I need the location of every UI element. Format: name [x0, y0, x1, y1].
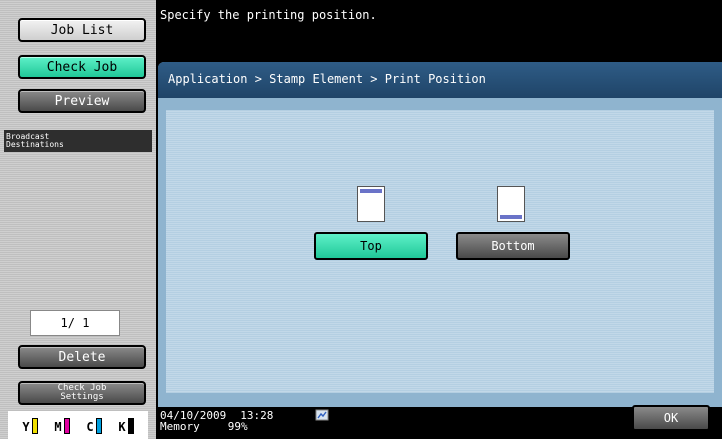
memory-label: Memory — [160, 420, 200, 433]
toner-m: M — [54, 418, 70, 434]
breadcrumb: Application > Stamp Element > Print Posi… — [158, 62, 722, 98]
broadcast-destinations-label: Broadcast Destinations — [4, 130, 152, 152]
preview-button[interactable]: Preview — [18, 89, 146, 113]
content-area — [166, 110, 714, 393]
toner-levels: Y M C K — [8, 411, 148, 439]
page-top-stamp-icon — [357, 186, 385, 222]
instruction-message: Specify the printing position. — [160, 8, 377, 22]
network-icon — [315, 409, 329, 421]
toner-c: C — [86, 418, 102, 434]
toner-k: K — [118, 418, 134, 434]
delete-button[interactable]: Delete — [18, 345, 146, 369]
check-job-settings-button[interactable]: Check Job Settings — [18, 381, 146, 405]
job-list-button[interactable]: Job List — [18, 18, 146, 42]
toner-y: Y — [22, 418, 38, 434]
page-bottom-stamp-icon — [497, 186, 525, 222]
top-position-button[interactable]: Top — [314, 232, 428, 260]
bottom-position-button[interactable]: Bottom — [456, 232, 570, 260]
left-panel: Job List Check Job Preview Broadcast Des… — [0, 0, 156, 439]
ok-button[interactable]: OK — [632, 405, 710, 431]
memory-value: 99% — [227, 420, 248, 433]
main-panel: Application > Stamp Element > Print Posi… — [158, 62, 722, 407]
page-counter: 1/ 1 — [30, 310, 120, 336]
status-area: 04/10/2009 13:28 Memory 99% — [160, 410, 273, 432]
check-job-button[interactable]: Check Job — [18, 55, 146, 79]
